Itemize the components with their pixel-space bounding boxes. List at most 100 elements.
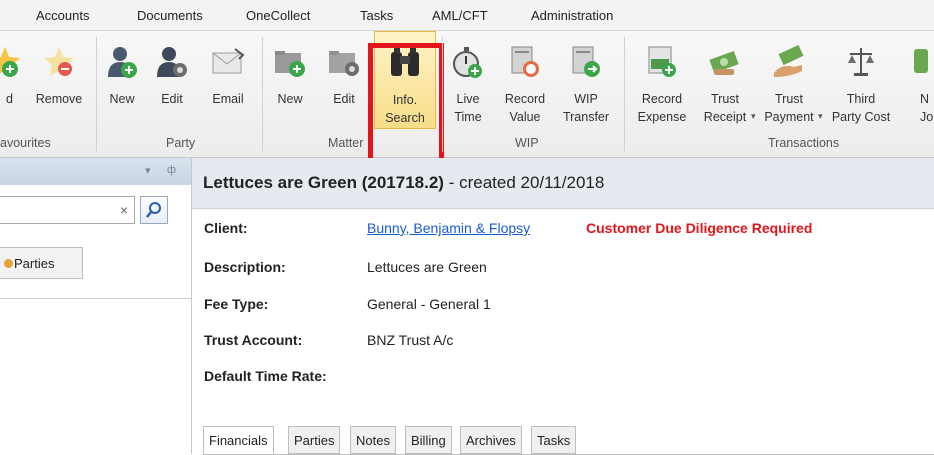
remove-label: Remove	[35, 92, 83, 106]
remove-star-icon	[44, 47, 74, 76]
group-label-party: Party	[166, 136, 196, 150]
menu-onecollect[interactable]: OneCollect	[246, 8, 310, 23]
menu-accounts[interactable]: Accounts	[36, 8, 89, 23]
record-expense-line2: Expense	[637, 110, 687, 124]
matter-header: Lettuces are Green (201718.2) - created …	[192, 158, 934, 209]
record-value-button[interactable]: Record Value	[500, 31, 550, 129]
third-party-cost-line2: Party Cost	[831, 110, 891, 124]
party-email-button[interactable]: Email	[206, 31, 250, 129]
trust-payment-button[interactable]: Trust Payment	[758, 31, 820, 129]
clear-search-icon[interactable]: ×	[120, 202, 128, 218]
group-separator	[624, 37, 625, 152]
highlight-box	[368, 43, 444, 163]
matter-created: - created 20/11/2018	[443, 173, 605, 192]
record-expense-button[interactable]: Record Expense	[630, 31, 694, 129]
panel-dropdown-icon[interactable]: ▾	[145, 164, 151, 177]
new-person-icon	[108, 47, 137, 78]
ribbon: d Remove New Edit Email Party avourites	[0, 31, 934, 163]
scales-icon	[848, 48, 874, 76]
cdd-warning: Customer Due Diligence Required	[586, 220, 813, 236]
new-folder-icon	[275, 51, 305, 77]
wip-transfer-icon	[572, 46, 600, 77]
tab-parties[interactable]: Parties	[288, 426, 341, 454]
matter-edit-label: Edit	[333, 92, 355, 106]
pin-icon[interactable]: ф	[167, 164, 176, 176]
tab-tasks[interactable]: Tasks	[531, 426, 577, 454]
left-panel: ▾ ф × Parties	[0, 158, 192, 454]
tab-archives[interactable]: Archives	[460, 426, 522, 454]
money-icon	[709, 50, 739, 75]
menu-documents[interactable]: Documents	[137, 8, 203, 23]
group-label-matter: Matter	[328, 136, 364, 150]
matter-name: Lettuces are Green (201718.2)	[203, 173, 444, 192]
tab-billing[interactable]: Billing	[405, 426, 452, 454]
live-time-button[interactable]: Live Time	[448, 31, 488, 129]
remove-favourite-button[interactable]: Remove	[28, 31, 90, 129]
party-email-label: Email	[212, 92, 244, 106]
matter-details: Lettuces are Green (201718.2) - created …	[192, 158, 934, 455]
group-separator	[262, 37, 263, 152]
group-label-transactions: Transactions	[768, 136, 840, 150]
stopwatch-icon	[453, 47, 482, 78]
party-edit-label: Edit	[161, 92, 183, 106]
fee-type-label: Fee Type:	[204, 296, 269, 312]
description-label: Description:	[204, 259, 286, 275]
search-input[interactable]	[0, 197, 114, 223]
matter-new-button[interactable]: New	[270, 31, 310, 129]
search-field[interactable]: ×	[0, 196, 135, 224]
left-tab-parties[interactable]: Parties	[0, 247, 83, 279]
party-new-label: New	[109, 92, 135, 106]
trust-account-value: BNZ Trust A/c	[367, 332, 454, 348]
journal-line2: Jo	[920, 110, 934, 124]
trust-payment-line1: Trust	[774, 92, 803, 106]
left-panel-header: ▾ ф	[0, 158, 191, 185]
wip-transfer-line1: WIP	[574, 92, 598, 106]
group-label-favourites: avourites	[0, 136, 51, 150]
wip-transfer-button[interactable]: WIP Transfer	[556, 31, 616, 129]
group-label-wip: WIP	[515, 136, 539, 150]
add-favourite-button[interactable]: d	[0, 31, 20, 129]
menu-aml-cft[interactable]: AML/CFT	[432, 8, 488, 23]
edit-person-icon	[157, 47, 187, 77]
live-time-line2: Time	[454, 110, 482, 124]
matter-tabs: Financials Parties Notes Billing Archive…	[203, 426, 934, 455]
journal-button[interactable]: N Jo	[900, 31, 934, 129]
divider	[0, 298, 191, 299]
menu-administration[interactable]: Administration	[531, 8, 613, 23]
left-tab-parties-label: Parties	[14, 256, 55, 271]
trust-account-label: Trust Account:	[204, 332, 303, 348]
add-favourite-label: d	[6, 92, 13, 106]
trust-receipt-dropdown-icon[interactable]: ▾	[751, 111, 756, 122]
default-time-rate-label: Default Time Rate:	[204, 368, 327, 384]
third-party-cost-button[interactable]: Third Party Cost	[826, 31, 896, 129]
trust-receipt-button[interactable]: Trust Receipt	[695, 31, 755, 129]
record-value-icon	[511, 46, 539, 77]
journal-icon	[914, 49, 928, 73]
trust-receipt-line1: Trust	[710, 92, 739, 106]
client-link[interactable]: Bunny, Benjamin & Flopsy	[367, 220, 530, 236]
third-party-cost-line1: Third	[846, 92, 876, 106]
trust-payment-dropdown-icon[interactable]: ▾	[818, 111, 823, 122]
description-value: Lettuces are Green	[367, 259, 487, 275]
party-edit-button[interactable]: Edit	[152, 31, 192, 129]
journal-line1: N	[920, 92, 930, 106]
group-separator	[442, 37, 443, 152]
edit-folder-icon	[329, 51, 359, 76]
trust-payment-line2: Payment	[764, 110, 814, 124]
tab-notes[interactable]: Notes	[350, 426, 396, 454]
menu-bar: Accounts Documents OneCollect Tasks AML/…	[0, 0, 934, 31]
add-icon	[0, 47, 20, 77]
wip-transfer-line2: Transfer	[562, 110, 610, 124]
record-value-line2: Value	[509, 110, 541, 124]
record-expense-line1: Record	[641, 92, 683, 106]
tab-financials[interactable]: Financials	[203, 426, 274, 454]
matter-title: Lettuces are Green (201718.2) - created …	[203, 173, 604, 193]
matter-edit-button[interactable]: Edit	[324, 31, 364, 129]
menu-tasks[interactable]: Tasks	[360, 8, 393, 23]
search-button[interactable]	[140, 196, 168, 224]
email-icon	[212, 48, 245, 74]
party-new-button[interactable]: New	[102, 31, 142, 129]
parties-icon	[4, 259, 13, 268]
group-separator	[96, 37, 97, 152]
trust-receipt-line2: Receipt	[703, 110, 747, 124]
